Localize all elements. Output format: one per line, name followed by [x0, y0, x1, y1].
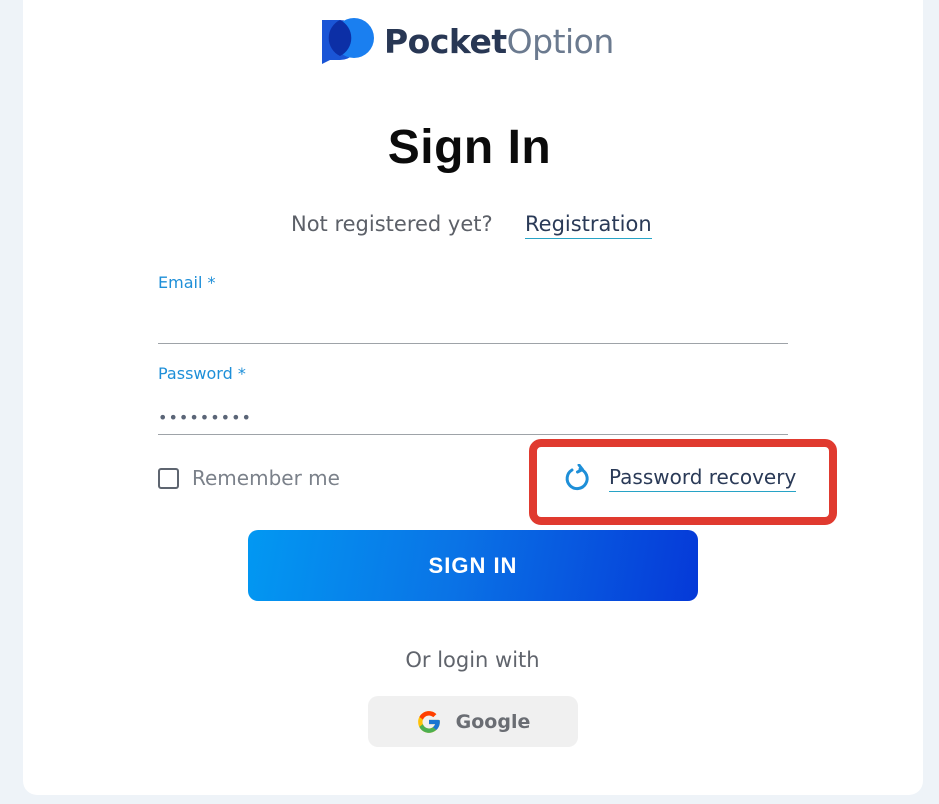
remember-me[interactable]: Remember me [158, 466, 340, 490]
google-label: Google [455, 710, 531, 733]
password-label: Password * [158, 364, 246, 383]
page-title: Sign In [387, 121, 552, 174]
not-registered-text: Not registered yet? [291, 212, 493, 236]
refresh-icon [565, 464, 589, 491]
google-icon [417, 710, 440, 733]
registration-link[interactable]: Registration [525, 212, 652, 239]
pocket-option-logo[interactable]: PocketOption [320, 18, 614, 66]
brand-name: PocketOption [384, 22, 614, 62]
sign-in-button[interactable]: SIGN IN [248, 530, 698, 601]
google-login-button[interactable]: Google [368, 696, 578, 747]
brand-name-light: Option [506, 22, 615, 61]
remember-me-checkbox[interactable] [158, 467, 179, 489]
brand-name-bold: Pocket [384, 22, 507, 61]
remember-me-label: Remember me [192, 466, 340, 490]
or-login-with-text: Or login with [405, 648, 540, 672]
email-label: Email * [158, 273, 216, 292]
password-recovery-link[interactable]: Password recovery [563, 464, 797, 492]
password-field[interactable] [158, 400, 788, 435]
email-field[interactable] [158, 309, 788, 344]
pocket-option-logo-icon [320, 18, 374, 64]
password-recovery-label: Password recovery [609, 465, 797, 492]
